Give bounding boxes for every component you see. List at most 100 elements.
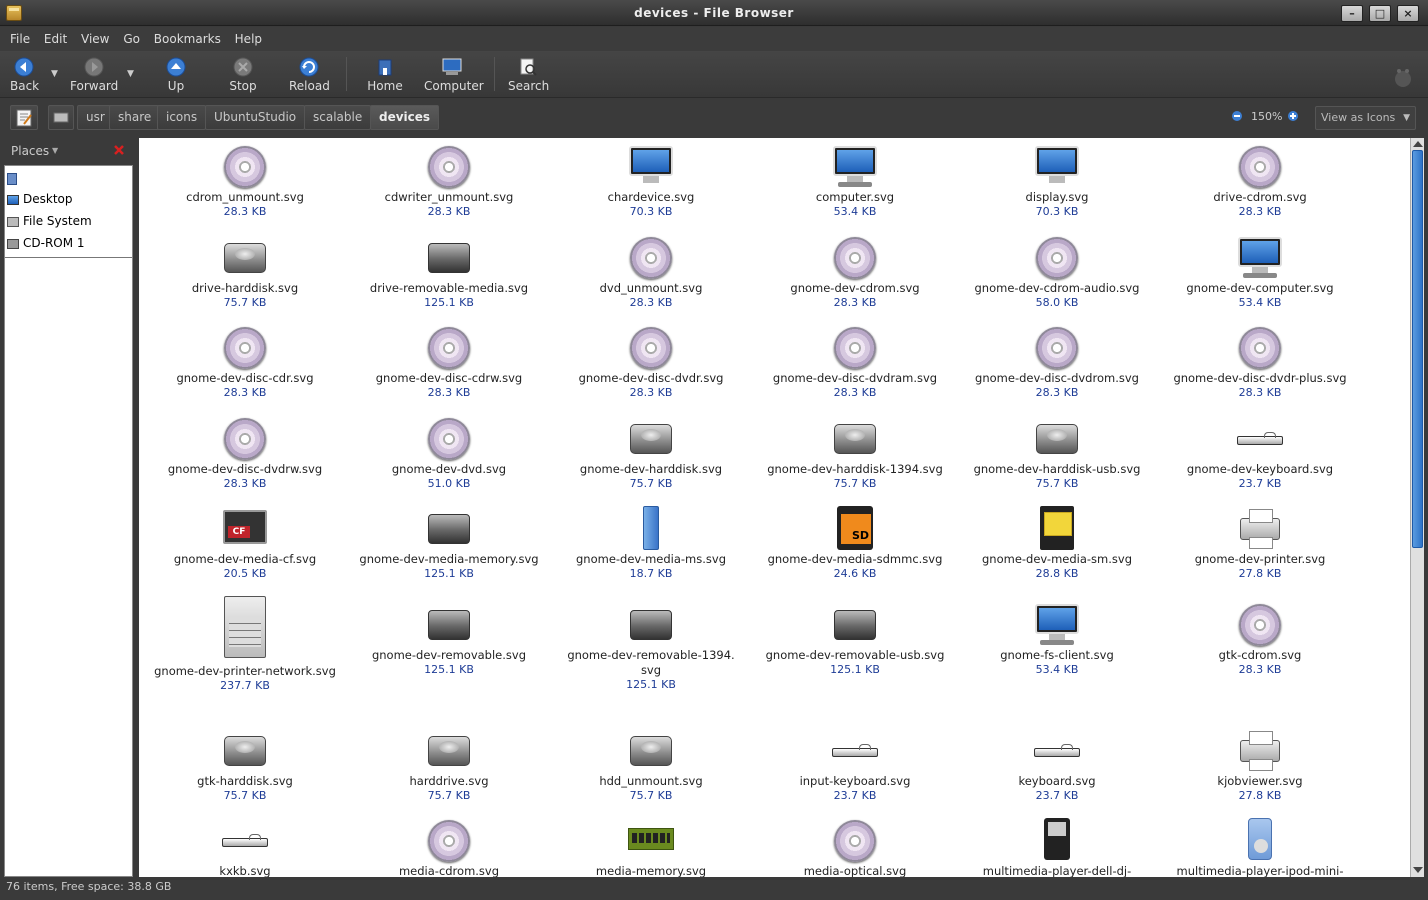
file-icon[interactable] <box>628 323 674 369</box>
file-name[interactable]: input-keyboard.svg <box>755 774 955 789</box>
file-icon[interactable] <box>1237 414 1283 460</box>
file-name[interactable]: gnome-dev-media-ms.svg <box>551 552 751 567</box>
menu-view[interactable]: View <box>81 32 109 46</box>
file-name[interactable]: chardevice.svg <box>551 190 751 205</box>
file-name[interactable]: gnome-dev-removable.svg <box>349 648 549 663</box>
file-icon[interactable] <box>426 233 472 279</box>
file-name[interactable]: gnome-dev-printer-network.svg <box>145 664 345 679</box>
file-item[interactable]: gtk-harddisk.svg 75.7 KB <box>145 726 345 803</box>
file-item[interactable]: gnome-dev-disc-dvdrw.svg 28.3 KB <box>145 414 345 491</box>
file-item[interactable]: gnome-dev-removable.svg 125.1 KB <box>349 600 549 677</box>
file-item[interactable]: gnome-dev-disc-cdr.svg 28.3 KB <box>145 323 345 400</box>
home-button[interactable]: Home <box>367 57 403 93</box>
file-item[interactable]: gnome-dev-disc-dvdr.svg 28.3 KB <box>551 323 751 400</box>
file-name[interactable]: drive-harddisk.svg <box>145 281 345 296</box>
file-item[interactable]: gnome-dev-disc-dvdr-plus.svg 28.3 KB <box>1160 323 1360 400</box>
file-name[interactable]: cdrom_unmount.svg <box>145 190 345 205</box>
file-name[interactable]: gnome-dev-disc-dvdram.svg <box>755 371 955 386</box>
sidebar-item-file-system[interactable]: File System <box>7 211 92 231</box>
file-item[interactable]: cdrom_unmount.svg 28.3 KB <box>145 142 345 219</box>
file-name[interactable]: gnome-dev-keyboard.svg <box>1160 462 1360 477</box>
menu-help[interactable]: Help <box>235 32 262 46</box>
file-item[interactable]: multimedia-player-dell-dj- <box>957 816 1157 878</box>
file-icon[interactable] <box>832 726 878 772</box>
file-name[interactable]: gnome-dev-dvd.svg <box>349 462 549 477</box>
file-icon[interactable] <box>1237 600 1283 646</box>
file-name[interactable]: gnome-dev-disc-cdr.svg <box>145 371 345 386</box>
zoom-in-icon[interactable] <box>1287 110 1299 122</box>
file-name[interactable]: gnome-dev-harddisk-usb.svg <box>957 462 1157 477</box>
file-icon[interactable] <box>222 142 268 188</box>
file-item[interactable]: drive-harddisk.svg 75.7 KB <box>145 233 345 310</box>
file-item[interactable]: drive-cdrom.svg 28.3 KB <box>1160 142 1360 219</box>
toggle-location-entry-button[interactable] <box>10 105 38 130</box>
file-name[interactable]: keyboard.svg <box>957 774 1157 789</box>
vertical-scrollbar[interactable] <box>1410 138 1424 878</box>
path-segment-ubuntustudio[interactable]: UbuntuStudio <box>205 105 306 130</box>
file-icon[interactable] <box>832 323 878 369</box>
file-name[interactable]: gnome-dev-disc-dvdr-plus.svg <box>1160 371 1360 386</box>
file-icon[interactable] <box>832 504 878 550</box>
file-icon[interactable] <box>426 142 472 188</box>
file-icon[interactable] <box>1237 504 1283 550</box>
sidebar-item-home[interactable] <box>7 168 21 188</box>
file-item[interactable]: gnome-dev-disc-dvdrom.svg 28.3 KB <box>957 323 1157 400</box>
file-item[interactable]: gnome-dev-printer.svg 27.8 KB <box>1160 504 1360 581</box>
zoom-out-icon[interactable] <box>1231 110 1243 122</box>
menu-file[interactable]: File <box>10 32 30 46</box>
file-item[interactable]: gnome-dev-dvd.svg 51.0 KB <box>349 414 549 491</box>
file-item[interactable]: media-memory.svg <box>551 816 751 878</box>
path-segment-scalable[interactable]: scalable <box>304 105 372 130</box>
file-icon[interactable] <box>1237 323 1283 369</box>
scrollbar-thumb[interactable] <box>1412 150 1423 548</box>
file-item[interactable]: gnome-dev-harddisk-1394.svg 75.7 KB <box>755 414 955 491</box>
sidebar-dropdown-icon[interactable]: ▼ <box>52 146 58 155</box>
file-name[interactable]: media-optical.svg <box>755 864 955 878</box>
file-icon[interactable] <box>426 726 472 772</box>
minimize-button[interactable]: – <box>1341 5 1363 22</box>
file-name[interactable]: gtk-cdrom.svg <box>1160 648 1360 663</box>
file-icon[interactable] <box>222 816 268 862</box>
file-item[interactable]: dvd_unmount.svg 28.3 KB <box>551 233 751 310</box>
file-icon[interactable] <box>1237 233 1283 279</box>
file-icon[interactable] <box>222 596 268 662</box>
file-icon[interactable] <box>1034 600 1080 646</box>
file-icon[interactable] <box>426 323 472 369</box>
file-item[interactable]: gnome-dev-media-sdmmc.svg24.6 KB <box>755 504 955 581</box>
zoom-level[interactable]: 150% <box>1251 110 1282 123</box>
file-name[interactable]: drive-cdrom.svg <box>1160 190 1360 205</box>
file-icon[interactable] <box>628 233 674 279</box>
file-name[interactable]: gnome-dev-media-sm.svg <box>957 552 1157 567</box>
file-icon[interactable] <box>426 414 472 460</box>
file-item[interactable]: gnome-dev-printer-network.svg 237.7 KB <box>145 596 345 693</box>
file-item[interactable]: hdd_unmount.svg 75.7 KB <box>551 726 751 803</box>
file-name[interactable]: gnome-dev-computer.svg <box>1160 281 1360 296</box>
file-name[interactable]: gnome-dev-printer.svg <box>1160 552 1360 567</box>
file-icon[interactable] <box>1034 726 1080 772</box>
file-item[interactable]: cdwriter_unmount.svg 28.3 KB <box>349 142 549 219</box>
path-segment-share[interactable]: share <box>109 105 161 130</box>
file-icon[interactable] <box>832 233 878 279</box>
file-item[interactable]: gnome-dev-disc-dvdram.svg 28.3 KB <box>755 323 955 400</box>
forward-history-dropdown-icon[interactable]: ▼ <box>127 69 134 79</box>
file-name[interactable]: computer.svg <box>755 190 955 205</box>
file-icon[interactable] <box>628 726 674 772</box>
file-item[interactable]: media-cdrom.svg <box>349 816 549 878</box>
menu-bookmarks[interactable]: Bookmarks <box>154 32 221 46</box>
file-name[interactable]: multimedia-player-ipod-mini- <box>1160 864 1360 878</box>
file-name[interactable]: media-cdrom.svg <box>349 864 549 878</box>
file-icon[interactable] <box>1237 816 1283 862</box>
file-item[interactable]: gnome-dev-harddisk.svg 75.7 KB <box>551 414 751 491</box>
file-icon[interactable] <box>222 323 268 369</box>
file-item[interactable]: gnome-dev-media-sm.svg 28.8 KB <box>957 504 1157 581</box>
file-icon[interactable] <box>222 233 268 279</box>
file-item[interactable]: multimedia-player-ipod-mini- <box>1160 816 1360 878</box>
reload-button[interactable]: Reload <box>289 57 330 93</box>
file-icon[interactable] <box>1237 142 1283 188</box>
file-icon[interactable] <box>1034 323 1080 369</box>
file-item[interactable]: gnome-fs-client.svg 53.4 KB <box>957 600 1157 677</box>
back-button[interactable]: Back <box>10 57 39 93</box>
file-item[interactable]: kjobviewer.svg 27.8 KB <box>1160 726 1360 803</box>
scroll-down-icon[interactable] <box>1413 867 1423 873</box>
file-name[interactable]: harddrive.svg <box>349 774 549 789</box>
